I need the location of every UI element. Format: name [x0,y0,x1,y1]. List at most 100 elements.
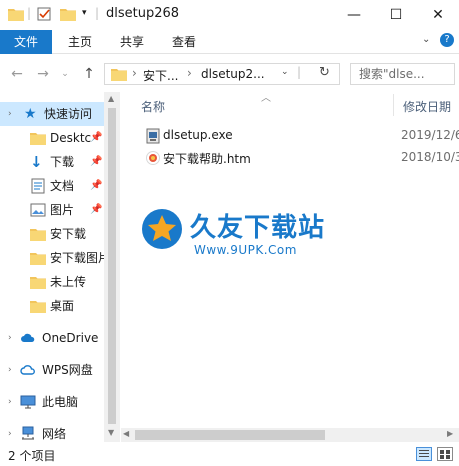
sidebar-item-label: 未上传 [50,275,87,289]
column-header-modified[interactable]: 修改日期 [403,98,451,115]
sidebar-item-onedrive[interactable]: › OneDrive [0,326,104,350]
scroll-left-icon[interactable]: ◀ [123,429,129,438]
separator: | [27,6,32,20]
breadcrumb-item[interactable]: dlsetup2... [201,67,265,81]
column-divider[interactable] [393,94,394,116]
scroll-thumb[interactable] [108,108,116,424]
breadcrumb-separator: › [132,66,137,80]
scroll-down-icon[interactable]: ▼ [108,428,114,437]
maximize-button[interactable]: ☐ [375,0,417,30]
sidebar-item-label: 此电脑 [42,395,79,409]
back-button[interactable]: ← [8,64,26,84]
sidebar-item-this-pc[interactable]: › 此电脑 [0,390,104,414]
watermark-url: Www.9UPK.Com [194,243,297,257]
sidebar-item-downloads[interactable]: ↓ 下载 📌 [0,150,104,174]
customize-toolbar-icon[interactable]: ▾ [82,8,87,18]
file-row[interactable]: 安下载帮助.htm 2018/10/3 [139,148,459,168]
sidebar-item-label: 下载 [50,155,75,169]
file-row[interactable]: dlsetup.exe 2019/12/6 [139,126,459,146]
expand-ribbon-icon[interactable]: ⌄ [422,34,430,45]
forward-button[interactable]: → [34,64,52,84]
sidebar-item-pictures[interactable]: 图片 📌 [0,198,104,222]
maximize-icon: ☐ [389,7,403,23]
sidebar-item-folder[interactable]: 安下载 [0,222,104,246]
file-date: 2019/12/6 [401,128,459,142]
sidebar-item-label: 图片 [50,203,75,217]
folder-icon [30,133,46,145]
sidebar-item-label: WPS网盘 [42,363,93,377]
column-header-name[interactable]: 名称 [141,98,165,115]
cloud-icon [20,365,35,375]
picture-icon [30,203,46,217]
close-button[interactable]: ✕ [417,0,459,30]
pin-icon: 📌 [90,204,103,215]
sidebar-item-label: Desktc [50,131,92,145]
address-bar[interactable]: › 安下... › dlsetup2... ⌄ | ↻ [104,63,340,85]
large-icons-view-icon [440,455,444,459]
watermark-brand: 久友下载站 [190,213,326,243]
scroll-right-icon[interactable]: ▶ [447,429,453,438]
sidebar-item-folder[interactable]: 安下载图片 [0,246,104,270]
large-icons-view-button[interactable] [437,447,453,461]
arrow-up-icon: ↑ [83,66,95,82]
scroll-up-icon[interactable]: ▲ [108,94,114,103]
sidebar-item-label: 桌面 [50,299,75,313]
navigation-pane: › ★ 快速访问 Desktc 📌 ↓ 下载 📌 文档 📌 图片 📌 安下载 安… [0,92,120,442]
sidebar-item-label: 快速访问 [44,107,93,121]
tab-file[interactable]: 文件 [0,30,52,54]
properties-icon[interactable] [37,7,53,21]
folder-icon [30,253,46,265]
cloud-icon [21,333,35,342]
sidebar-item-label: 安下载图片 [50,251,104,265]
recent-locations-button[interactable]: ⌄ [56,64,74,84]
up-button[interactable]: ↑ [80,64,98,84]
tab-share[interactable]: 共享 [108,30,156,54]
file-name: 安下载帮助.htm [163,152,251,166]
brand-logo-icon [142,209,182,249]
network-icon [22,426,34,440]
address-dropdown-icon[interactable]: ⌄ [281,67,289,77]
sidebar-item-wps[interactable]: › WPS网盘 [0,358,104,382]
address-row: ← → ⌄ ↑ › 安下... › dlsetup2... ⌄ | ↻ 搜索"d… [0,56,459,92]
exe-file-icon [146,128,160,144]
watermark-logo: 久友下载站 Www.9UPK.Com [140,205,340,275]
chevron-right-icon: › [8,333,12,343]
sidebar-item-folder[interactable]: 桌面 [0,294,104,318]
folder-icon [30,229,46,241]
breadcrumb-item[interactable]: 安下... [143,67,178,84]
details-view-button[interactable] [416,447,432,461]
column-headers: ︿ 名称 修改日期 [121,92,459,118]
sort-ascending-icon: ︿ [261,93,271,104]
file-name: dlsetup.exe [163,128,233,142]
pin-icon: 📌 [90,156,103,167]
sidebar-scrollbar[interactable]: ▲ ▼ [104,92,120,442]
horizontal-scrollbar[interactable]: ◀ ▶ [121,428,459,442]
chevron-right-icon: › [8,397,12,407]
minimize-button[interactable]: — [333,0,375,30]
sidebar-item-folder[interactable]: 未上传 [0,270,104,294]
pin-icon: 📌 [90,180,103,191]
details-view-icon [419,450,429,451]
details-view-icon [419,453,429,454]
large-icons-view-icon [446,455,450,459]
sidebar-item-quick-access[interactable]: › ★ 快速访问 [0,102,104,126]
arrow-left-icon: ← [11,66,23,82]
help-icon[interactable]: ? [440,33,454,47]
folder-icon [111,69,127,81]
search-input[interactable]: 搜索"dlse... [350,63,455,85]
chevron-right-icon: › [8,365,12,375]
sidebar-item-documents[interactable]: 文档 📌 [0,174,104,198]
computer-icon [20,395,36,409]
item-count: 2 个项目 [8,449,56,463]
tab-home[interactable]: 主页 [56,30,104,54]
sidebar-item-label: 文档 [50,179,75,193]
tab-view[interactable]: 查看 [160,30,208,54]
minimize-icon: — [347,7,361,23]
window-title: dlsetup268 [106,6,180,21]
sidebar-item-desktop[interactable]: Desktc 📌 [0,126,104,150]
new-folder-icon[interactable] [60,7,76,21]
refresh-icon[interactable]: ↻ [319,65,330,80]
title-bar: | ▾ | dlsetup268 — ☐ ✕ [0,0,459,30]
breadcrumb-separator: › [187,66,192,80]
scroll-thumb[interactable] [135,430,325,440]
